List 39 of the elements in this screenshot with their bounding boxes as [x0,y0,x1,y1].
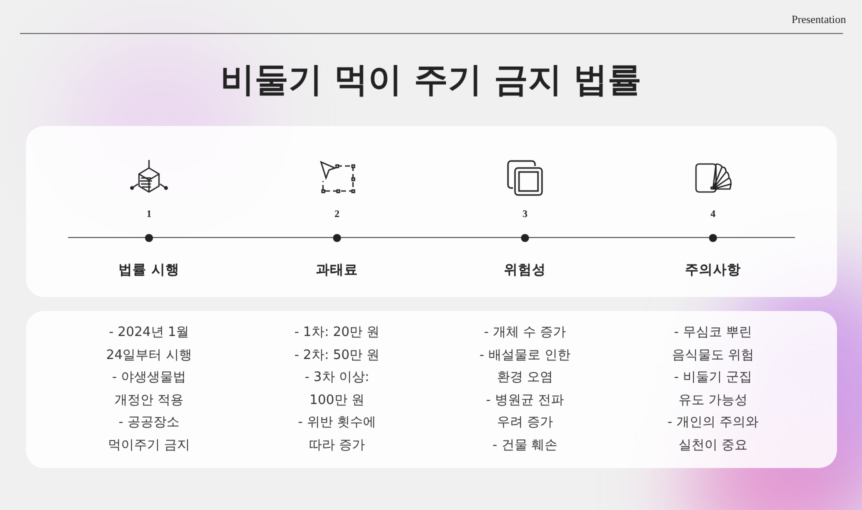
detail-text: - 병원균 전파 [486,392,564,410]
detail-text: 먹이주기 금지 [108,436,190,454]
detail-text: - 개체 수 증가 [484,324,566,342]
step-number: 2 [334,209,340,221]
step-number: 1 [146,209,152,221]
timeline-dot [709,234,717,242]
overlapping-squares-icon [505,158,545,198]
step-number: 3 [522,209,528,221]
detail-text: - 야생생물법 [112,369,186,387]
detail-text: - 1차: 20만 원 [294,324,380,342]
detail-text: - 건물 훼손 [492,436,558,454]
detail-text: 우려 증가 [496,414,554,432]
detail-text: - 3차 이상: [304,369,370,387]
step-number: 4 [710,209,716,221]
detail-text: - 2024년 1월 [108,324,190,342]
detail-text: - 배설물로 인한 [480,346,570,364]
timeline-dot [521,234,529,242]
detail-text: 24일부터 시행 [106,346,192,364]
detail-text: - 비둘기 군집 [674,369,752,387]
detail-text: - 무심코 뿌린 [674,324,752,342]
step-label: 위험성 [504,261,546,279]
detail-text: - 공공장소 [118,414,180,432]
detail-text: 따라 증가 [308,436,366,454]
detail-text: 유도 가능성 [678,392,748,410]
detail-text: 100만 원 [310,392,364,410]
header-label: Presentation [792,14,846,28]
detail-text: 음식물도 위험 [672,346,754,364]
detail-text: - 개인의 주의와 [668,414,758,432]
slide-title: 비둘기 먹이 주기 금지 법률 [219,59,643,102]
step-label: 주의사항 [685,261,741,279]
detail-text: - 위반 횟수에 [298,414,376,432]
step-label: 법률 시행 [118,261,180,279]
timeline-dot [145,234,153,242]
timeline-dot [333,234,341,242]
step-label: 과태료 [316,261,358,279]
detail-text: 실천이 중요 [678,436,748,454]
detail-text: 환경 오염 [496,369,554,387]
detail-text: - 2차: 50만 원 [294,346,380,364]
detail-text: 개정안 적용 [114,392,184,410]
